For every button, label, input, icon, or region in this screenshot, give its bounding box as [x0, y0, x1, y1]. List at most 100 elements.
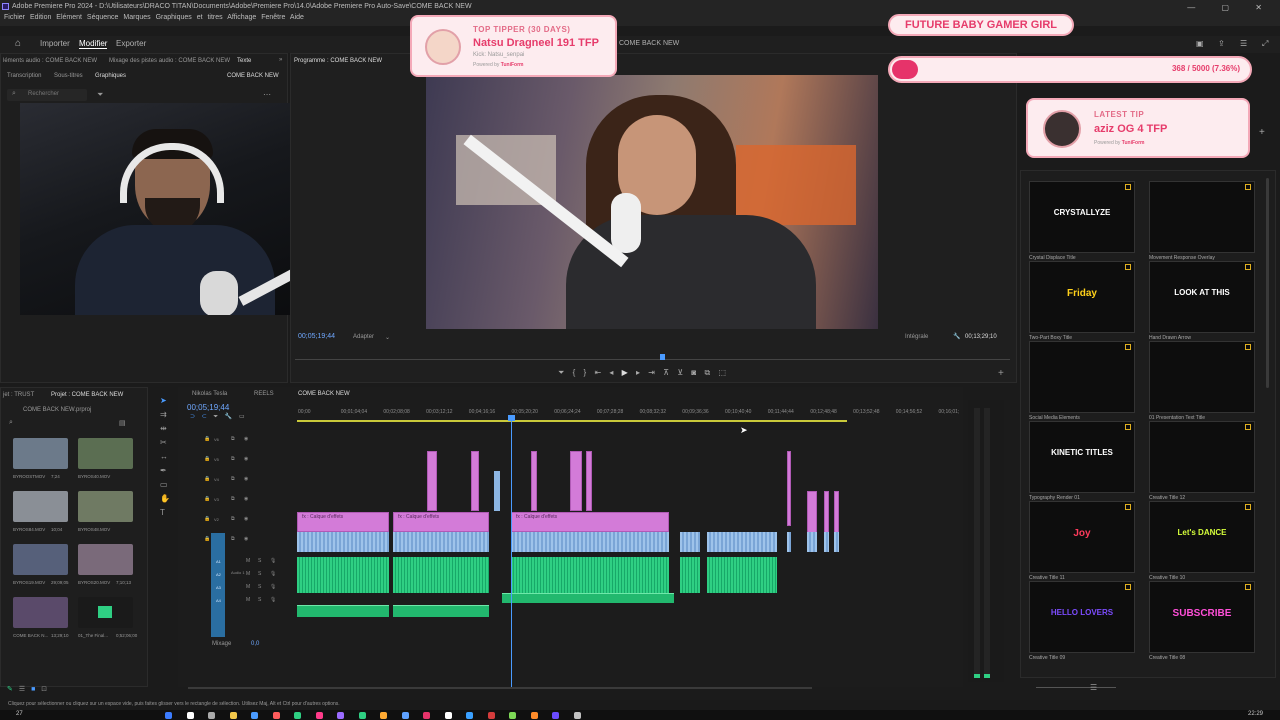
graphics-template-card[interactable]: KINETIC TITLES	[1029, 421, 1135, 493]
audio-clip-tab[interactable]: léments audio : COME BACK NEW	[3, 58, 97, 64]
graphics-template-card[interactable]	[1149, 341, 1255, 413]
taskbar-app-icon[interactable]	[444, 712, 452, 719]
v1-video-clip[interactable]	[393, 532, 489, 552]
tab-graphics[interactable]: Graphiques	[95, 73, 126, 79]
solo-button[interactable]: S	[258, 558, 261, 564]
timeline-settings-icon[interactable]: 🔧	[225, 414, 232, 420]
window-controls[interactable]: — ▢ ✕	[1187, 3, 1274, 12]
bin-item-thumbnail[interactable]	[78, 544, 133, 575]
selection-tool-icon[interactable]: ➤	[160, 396, 167, 405]
bin-item-thumbnail[interactable]	[13, 438, 68, 469]
mic-icon[interactable]: 🎙	[270, 571, 276, 577]
graphics-template-card[interactable]	[1029, 341, 1135, 413]
more-options-icon[interactable]: ⋯	[263, 90, 271, 99]
share-icon[interactable]: ⇪	[1218, 39, 1225, 48]
slip-tool-icon[interactable]: ↔	[160, 452, 168, 461]
taskbar-app-icon[interactable]	[272, 712, 280, 719]
sync-lock-icon[interactable]: ⧉	[231, 536, 235, 542]
eye-icon[interactable]: ◉	[244, 536, 248, 542]
track-label[interactable]: A2	[216, 572, 221, 577]
graphics-template-card[interactable]: HELLO LOVERS	[1029, 581, 1135, 653]
project-tab-come-back[interactable]: Projet : COME BACK NEW	[51, 392, 123, 398]
eye-icon[interactable]: ◉	[244, 496, 248, 502]
a1-audio-clip[interactable]	[680, 557, 700, 593]
timeline-tab-come-back[interactable]: COME BACK NEW	[298, 391, 350, 397]
v1-video-clip[interactable]	[707, 532, 777, 552]
new-bin-icon[interactable]: ▤	[119, 419, 126, 427]
vr-icon[interactable]: ⬚	[718, 368, 726, 377]
a3-audio-clip[interactable]	[297, 605, 389, 617]
wrench-icon[interactable]: 🔧	[953, 333, 960, 340]
step-back-icon[interactable]: ◂	[609, 368, 613, 377]
project-tab-trust[interactable]: jet : TRUST	[3, 392, 34, 398]
mute-button[interactable]: M	[246, 558, 250, 564]
tab-subtitles[interactable]: Sous-titres	[54, 73, 83, 79]
bin-item-thumbnail[interactable]	[13, 544, 68, 575]
goto-in-icon[interactable]: ⇤	[594, 368, 601, 377]
right-panel-add-icon[interactable]: +	[1259, 127, 1265, 138]
taskbar-app-icon[interactable]	[251, 712, 258, 719]
a2-music-clip[interactable]	[502, 593, 674, 603]
lock-icon[interactable]: 🔒	[204, 516, 210, 522]
adjustment-layer-clip[interactable]: fx : Calque d'effets	[393, 512, 489, 532]
camera-icon[interactable]: ◙	[691, 368, 696, 377]
taskbar-app-icon[interactable]	[423, 712, 430, 719]
v1-video-clip[interactable]	[511, 532, 669, 552]
bin-item-thumbnail[interactable]	[78, 597, 133, 628]
track-label[interactable]: A4	[216, 598, 221, 603]
timeline-tab-reels[interactable]: REELS	[254, 391, 274, 397]
home-icon[interactable]: ⌂	[15, 38, 21, 49]
v1-video-clip[interactable]	[787, 532, 791, 552]
snap-icon[interactable]: ⊃	[190, 414, 195, 420]
tab-transcription[interactable]: Transcription	[7, 73, 41, 79]
track-label[interactable]: A1	[216, 559, 221, 564]
program-tab[interactable]: Programme : COME BACK NEW	[294, 58, 382, 64]
sync-lock-icon[interactable]: ⧉	[231, 436, 235, 442]
taskbar-app-icon[interactable]	[573, 712, 581, 719]
program-timecode[interactable]: 00;05;19;44	[298, 333, 335, 340]
menu-bar[interactable]: Fichier Edition Elément Séquence Marques…	[4, 14, 304, 21]
timeline-timecode[interactable]: 00;05;19;44	[187, 403, 229, 412]
graphics-template-card[interactable]: SUBSCRIBE	[1149, 581, 1255, 653]
solo-button[interactable]: S	[258, 597, 261, 603]
track-label[interactable]: V4	[214, 477, 219, 482]
taskbar-app-icon[interactable]	[165, 712, 172, 719]
graphics-zoom-slider[interactable]	[1036, 687, 1116, 688]
graphics-template-card[interactable]: LOOK AT THIS	[1149, 261, 1255, 333]
freeform-view-icon[interactable]: ⊡	[41, 686, 47, 693]
hand-tool-icon[interactable]: ✋	[160, 494, 170, 503]
track-label[interactable]: V6	[214, 437, 219, 442]
program-playhead[interactable]	[660, 354, 665, 360]
add-button-icon[interactable]: +	[998, 368, 1004, 379]
lock-icon[interactable]: 🔒	[204, 536, 210, 542]
timeline-playhead-handle[interactable]	[508, 415, 515, 421]
graphics-template-card[interactable]	[1149, 421, 1255, 493]
v1-video-clip[interactable]	[834, 532, 839, 552]
sync-lock-icon[interactable]: ⧉	[231, 456, 235, 462]
pen-tool-icon[interactable]: ✒	[160, 466, 167, 475]
taskbar-app-icon[interactable]	[401, 712, 409, 719]
out-point-icon[interactable]: }	[584, 368, 587, 377]
captions-icon[interactable]: ▭	[239, 414, 245, 420]
taskbar-app-icon[interactable]	[530, 712, 538, 719]
sync-lock-icon[interactable]: ⧉	[231, 496, 235, 502]
track-select-icon[interactable]: ⇉	[160, 410, 167, 419]
linked-selection-icon[interactable]: ⊂	[202, 414, 207, 420]
taskbar-app-icon[interactable]	[380, 712, 387, 719]
mic-icon[interactable]: 🎙	[270, 584, 276, 590]
lock-icon[interactable]: 🔒	[204, 436, 210, 442]
lock-icon[interactable]: 🔒	[204, 496, 210, 502]
work-area-bar[interactable]	[297, 420, 847, 422]
v1-video-clip[interactable]	[807, 532, 817, 552]
eye-icon[interactable]: ◉	[244, 476, 248, 482]
graphics-clip[interactable]	[471, 451, 479, 511]
timeline-scroll-bar[interactable]	[188, 687, 812, 689]
graphics-clip[interactable]	[427, 451, 437, 511]
taskbar-app-icon[interactable]	[358, 712, 366, 719]
lock-icon[interactable]: 🔒	[204, 456, 210, 462]
sync-lock-icon[interactable]: ⧉	[231, 476, 235, 482]
eye-icon[interactable]: ◉	[244, 436, 248, 442]
layout-icon[interactable]: ▣	[1196, 39, 1204, 48]
v1-video-clip[interactable]	[824, 532, 829, 552]
bin-item-thumbnail[interactable]	[13, 597, 68, 628]
